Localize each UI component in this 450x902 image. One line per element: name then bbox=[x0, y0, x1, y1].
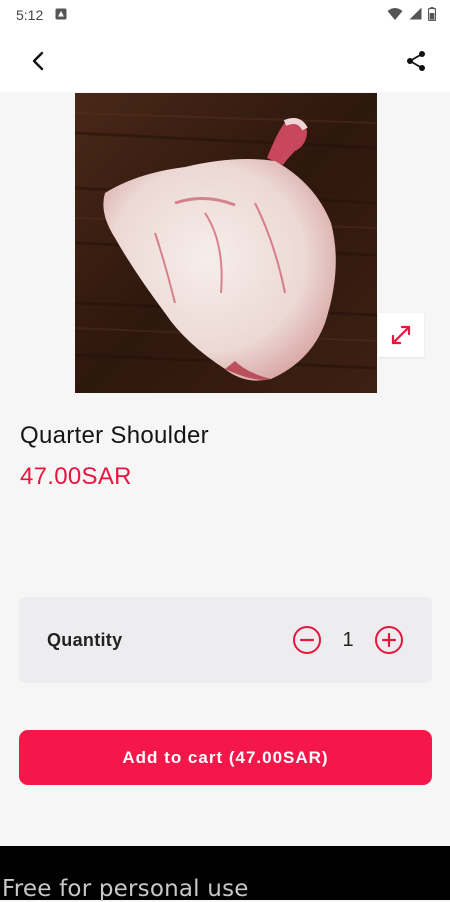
arrow-back-icon bbox=[32, 51, 44, 71]
status-time: 5:12 bbox=[16, 7, 44, 23]
app-bar bbox=[0, 30, 450, 92]
add-to-cart-button[interactable]: Add to cart (47.00SAR) bbox=[19, 730, 432, 785]
expand-image-button[interactable] bbox=[378, 313, 424, 357]
back-button[interactable] bbox=[24, 47, 52, 75]
wifi-icon bbox=[387, 7, 403, 24]
signal-icon bbox=[409, 7, 422, 23]
increment-button[interactable] bbox=[374, 625, 404, 655]
watermark-bar: Free for personal use bbox=[0, 846, 450, 902]
product-image bbox=[75, 93, 377, 393]
quantity-card: Quantity 1 bbox=[19, 597, 432, 683]
expand-icon bbox=[391, 325, 411, 345]
watermark-text: Free for personal use bbox=[2, 876, 249, 902]
battery-icon bbox=[427, 6, 437, 24]
share-icon bbox=[407, 51, 425, 71]
minus-circle-icon bbox=[293, 626, 321, 654]
quantity-value: 1 bbox=[342, 628, 354, 651]
notification-icon bbox=[55, 7, 67, 23]
product-title: Quarter Shoulder bbox=[20, 422, 209, 449]
decrement-button[interactable] bbox=[292, 625, 322, 655]
quantity-stepper: 1 bbox=[292, 625, 404, 655]
product-price: 47.00SAR bbox=[20, 463, 132, 490]
plus-circle-icon bbox=[375, 626, 403, 654]
status-bar: 5:12 bbox=[0, 0, 450, 30]
quantity-label: Quantity bbox=[47, 629, 123, 650]
share-button[interactable] bbox=[402, 47, 430, 75]
